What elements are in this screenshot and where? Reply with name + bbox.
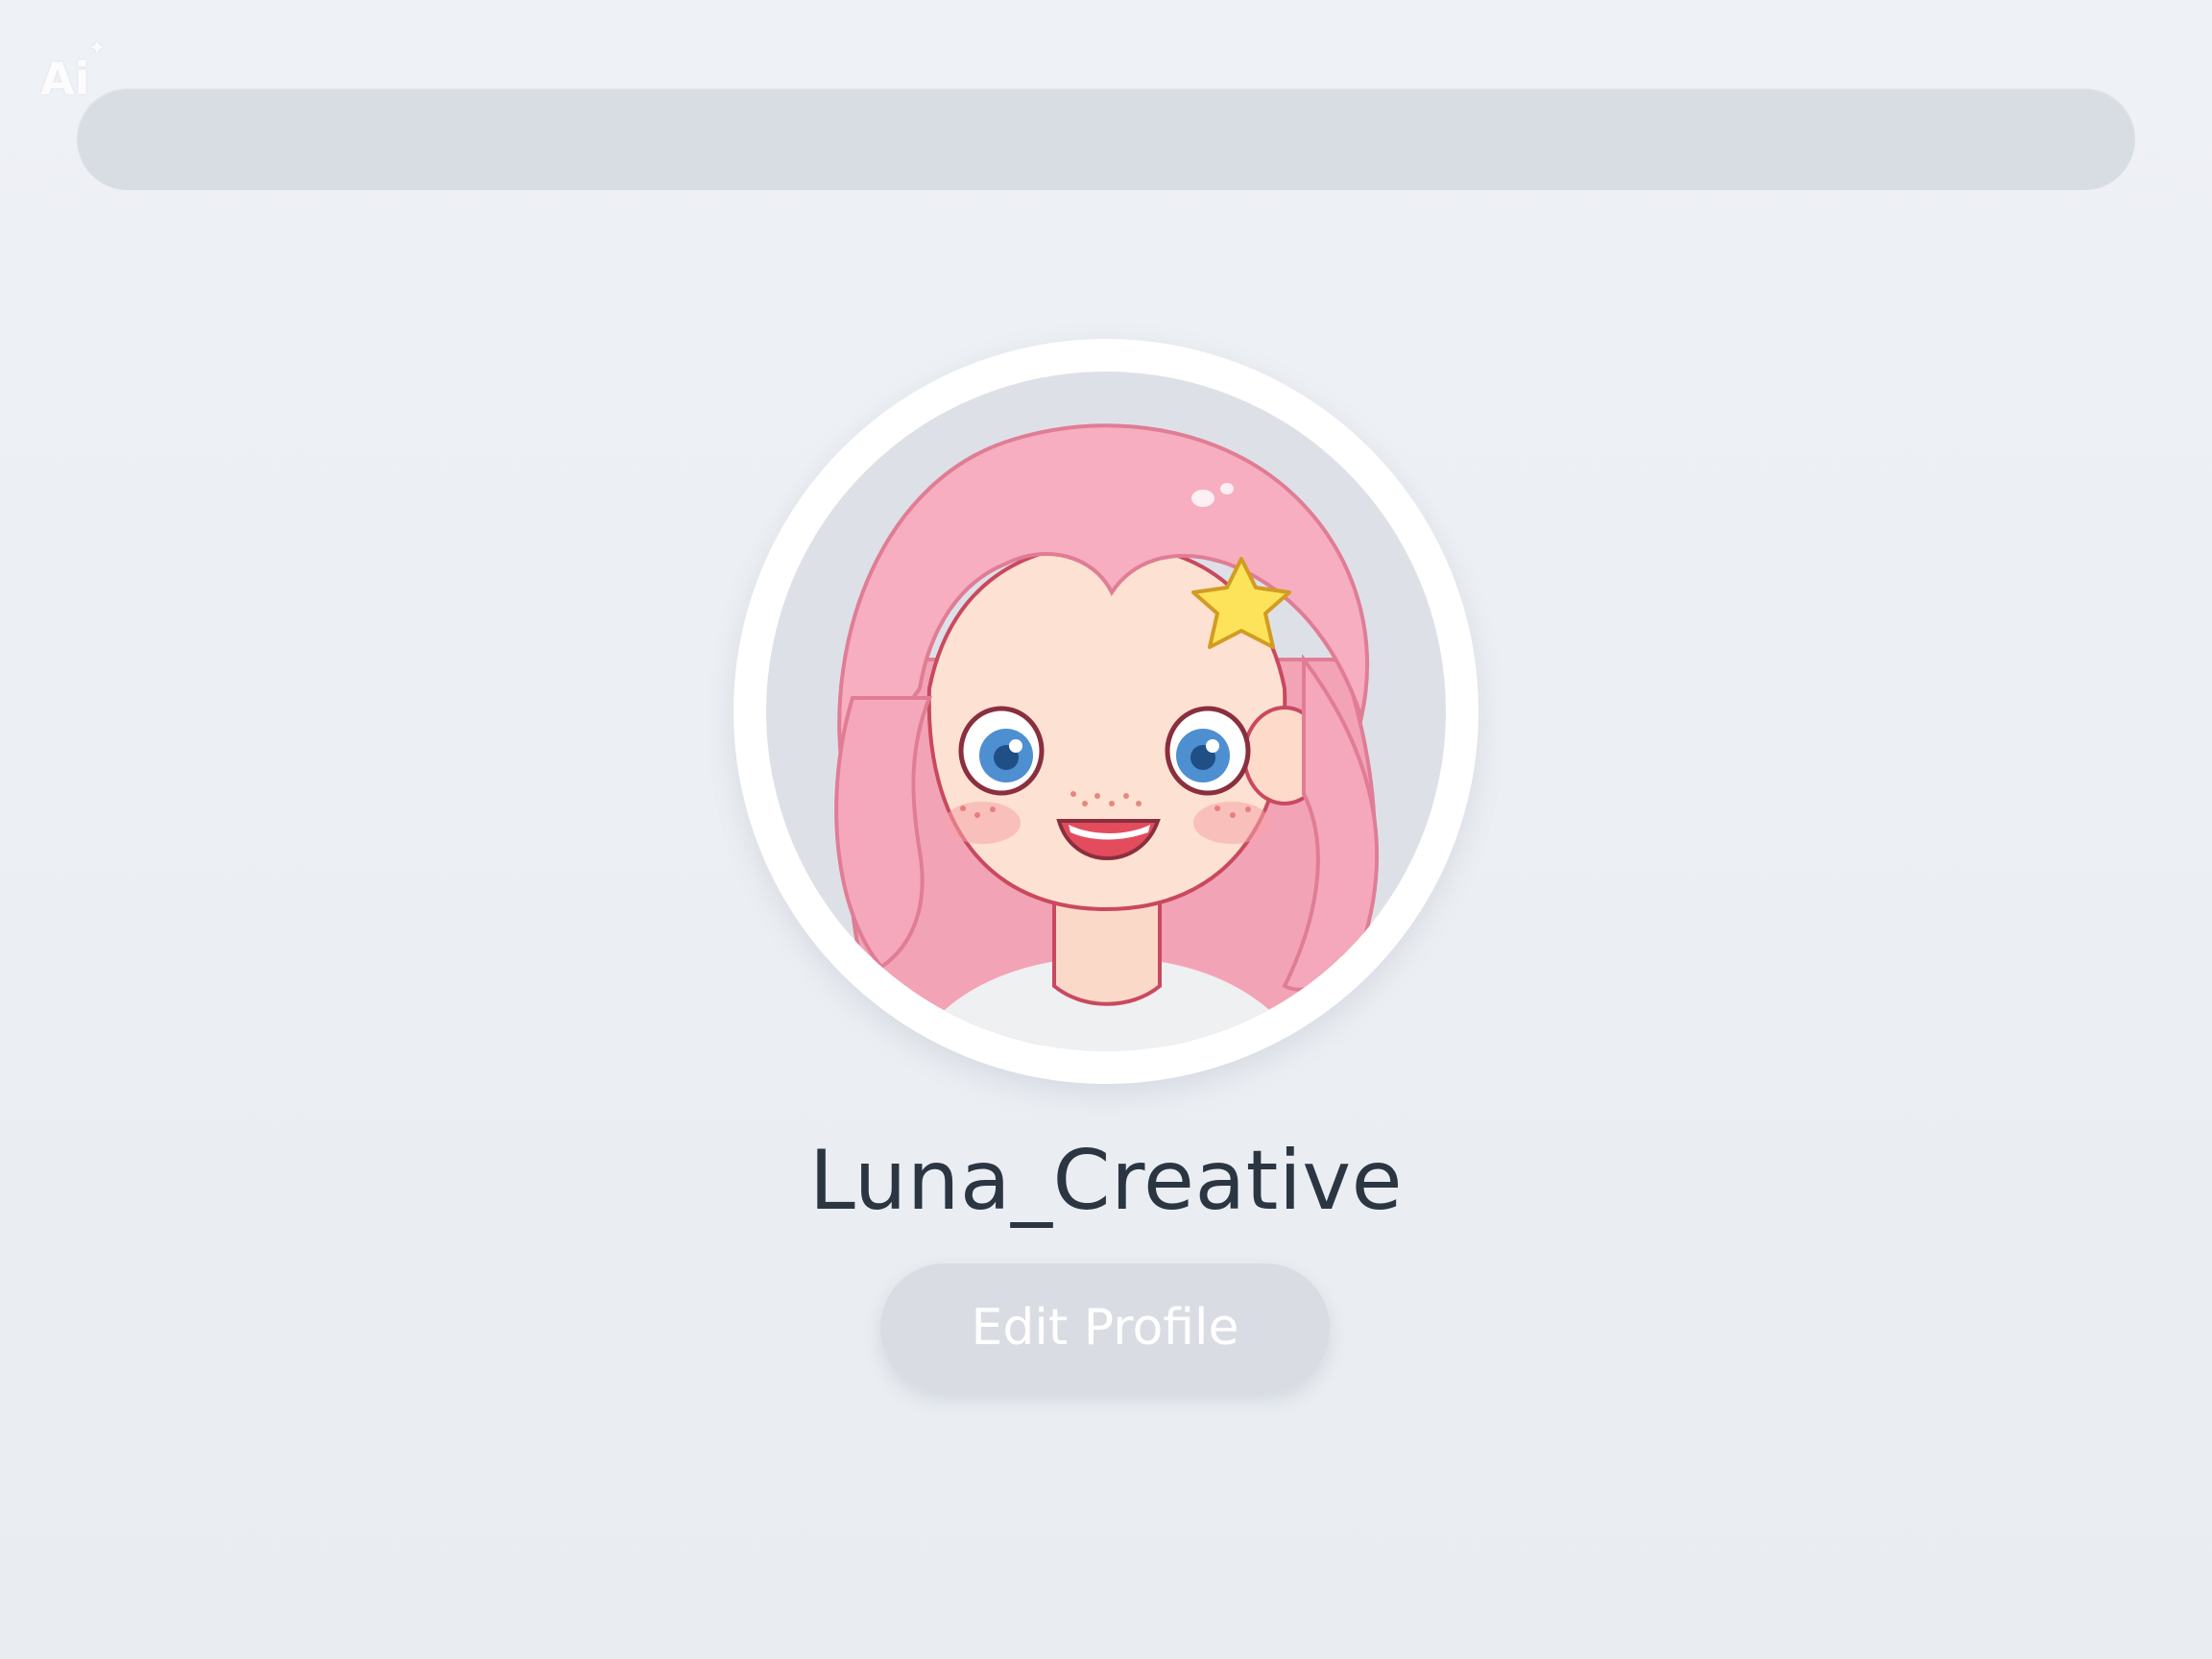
blush-left [944,802,1021,844]
blush-right [1193,802,1270,844]
hair-highlight-2 [1220,483,1234,494]
eye-right-shine [1206,739,1219,753]
eye-left-shine [1009,739,1022,753]
edit-profile-button[interactable]: Edit Profile [880,1263,1330,1392]
cartoon-girl-avatar-icon [834,423,1380,1051]
hair-left [834,696,932,970]
avatar-image [766,372,1446,1051]
search-input[interactable] [77,88,2135,190]
username: Luna_Creative [808,1133,1404,1229]
avatar[interactable] [733,339,1479,1084]
ai-watermark-text: Ai [40,53,90,105]
sparkle-icon: ✦ [88,36,107,60]
profile-page: Ai ✦ Luna_Creative Edit Profile [0,0,2212,1659]
hair-highlight [1191,490,1214,507]
